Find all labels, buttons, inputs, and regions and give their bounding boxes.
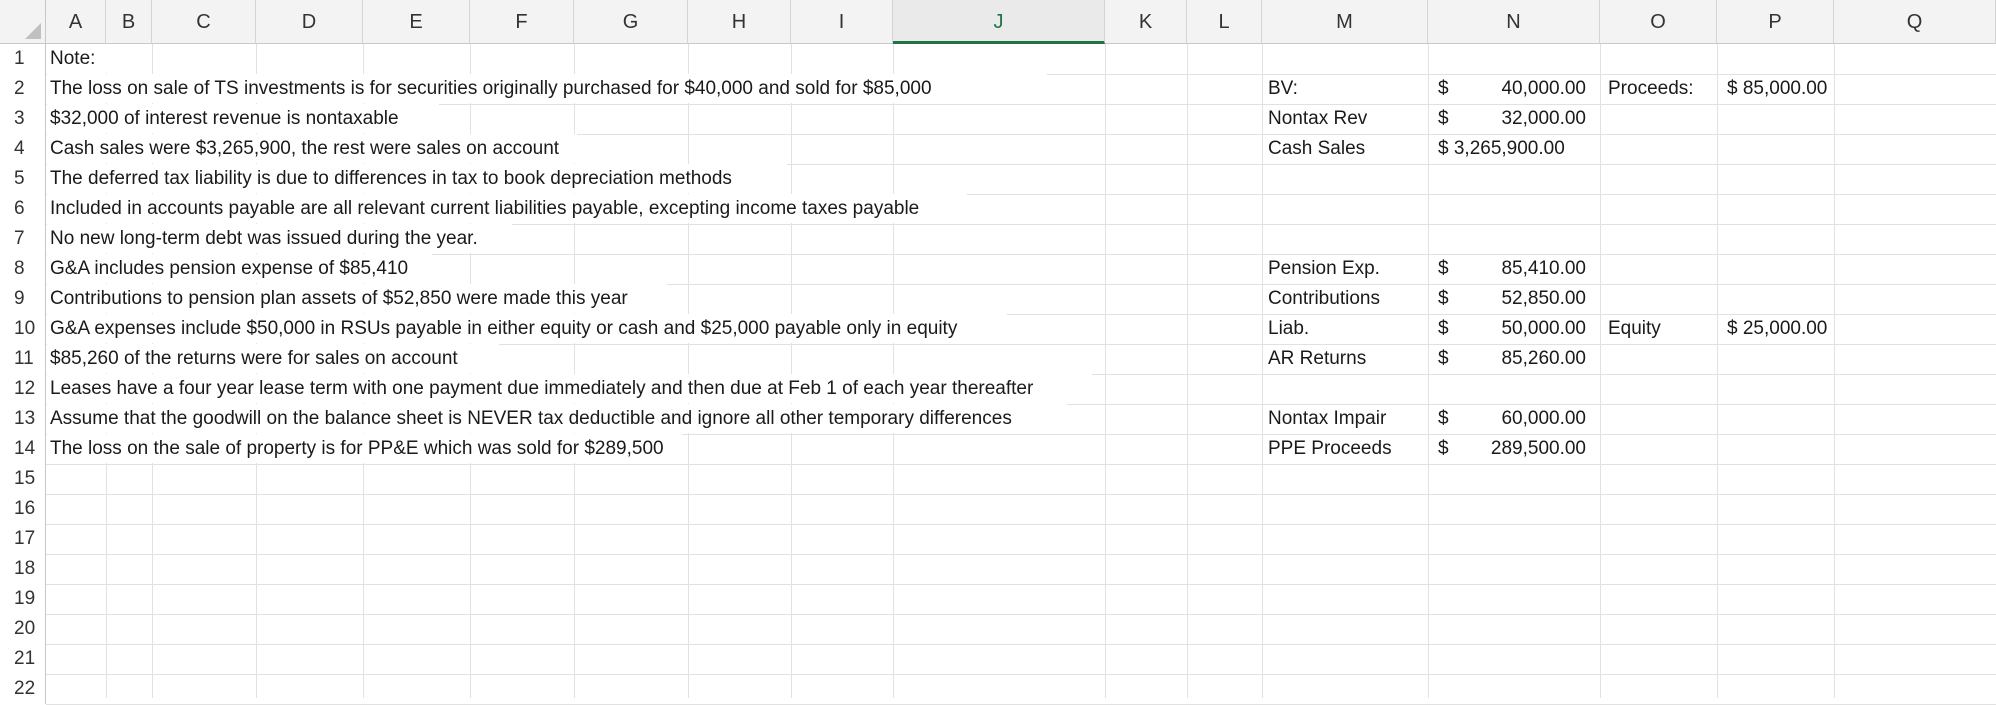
- column-gridline: [1428, 44, 1429, 698]
- column-header-a[interactable]: A: [46, 0, 106, 44]
- column-header-k[interactable]: K: [1105, 0, 1187, 44]
- cell-m4[interactable]: Cash Sales: [1268, 134, 1365, 164]
- cell-o2[interactable]: Proceeds:: [1608, 74, 1694, 104]
- row-header-16[interactable]: 16: [0, 494, 46, 524]
- row-header-9[interactable]: 9: [0, 284, 46, 314]
- cell-n11[interactable]: 85,260.00: [1440, 344, 1586, 374]
- cell-a12[interactable]: Leases have a four year lease term with …: [50, 374, 1033, 404]
- cell-m8[interactable]: Pension Exp.: [1268, 254, 1380, 284]
- cell-m9[interactable]: Contributions: [1268, 284, 1380, 314]
- spreadsheet-grid[interactable]: Note: The loss on sale of TS investments…: [0, 0, 1996, 705]
- select-all-triangle-icon: [25, 23, 41, 39]
- row-gridline: [46, 524, 1996, 525]
- cell-a8[interactable]: G&A includes pension expense of $85,410: [50, 254, 408, 284]
- row-header-2[interactable]: 2: [0, 74, 46, 104]
- column-gridline: [1834, 44, 1835, 698]
- cell-p2[interactable]: $ 85,000.00: [1727, 74, 1827, 104]
- cell-m14[interactable]: PPE Proceeds: [1268, 434, 1392, 464]
- row-header-19[interactable]: 19: [0, 584, 46, 614]
- column-header-c[interactable]: C: [152, 0, 256, 44]
- column-gridline: [1105, 44, 1106, 698]
- row-header-18[interactable]: 18: [0, 554, 46, 584]
- column-header-m[interactable]: M: [1262, 0, 1428, 44]
- cell-a7[interactable]: No new long-term debt was issued during …: [50, 224, 478, 254]
- cell-m13[interactable]: Nontax Impair: [1268, 404, 1386, 434]
- cell-n13[interactable]: 60,000.00: [1440, 404, 1586, 434]
- row-header-1[interactable]: 1: [0, 44, 46, 74]
- cell-a2[interactable]: The loss on sale of TS investments is fo…: [50, 74, 932, 104]
- column-header-i[interactable]: I: [791, 0, 893, 44]
- row-gridline: [46, 644, 1996, 645]
- column-header-p[interactable]: P: [1717, 0, 1834, 44]
- cell-n2[interactable]: 40,000.00: [1440, 74, 1586, 104]
- row-header-10[interactable]: 10: [0, 314, 46, 344]
- cell-a11[interactable]: $85,260 of the returns were for sales on…: [50, 344, 458, 374]
- cell-n4[interactable]: $ 3,265,900.00: [1438, 134, 1565, 164]
- column-header-d[interactable]: D: [256, 0, 363, 44]
- row-gridline: [46, 674, 1996, 675]
- column-gridline: [893, 44, 894, 698]
- cell-n14[interactable]: 289,500.00: [1440, 434, 1586, 464]
- row-header-4[interactable]: 4: [0, 134, 46, 164]
- row-gridline: [46, 554, 1996, 555]
- row-header-13[interactable]: 13: [0, 404, 46, 434]
- cell-a14[interactable]: The loss on the sale of property is for …: [50, 434, 664, 464]
- column-header-e[interactable]: E: [363, 0, 470, 44]
- column-gridline: [688, 44, 689, 698]
- cell-n9[interactable]: 52,850.00: [1440, 284, 1586, 314]
- row-header-7[interactable]: 7: [0, 224, 46, 254]
- column-header-f[interactable]: F: [470, 0, 574, 44]
- row-header-6[interactable]: 6: [0, 194, 46, 224]
- column-header-q[interactable]: Q: [1834, 0, 1996, 44]
- row-header-22[interactable]: 22: [0, 674, 46, 704]
- row-gridline: [46, 614, 1996, 615]
- cell-a6[interactable]: Included in accounts payable are all rel…: [50, 194, 919, 224]
- column-header-n[interactable]: N: [1428, 0, 1600, 44]
- column-gridline: [1187, 44, 1188, 698]
- row-header-3[interactable]: 3: [0, 104, 46, 134]
- cell-m2[interactable]: BV:: [1268, 74, 1298, 104]
- cell-m3[interactable]: Nontax Rev: [1268, 104, 1367, 134]
- cell-a10[interactable]: G&A expenses include $50,000 in RSUs pay…: [50, 314, 957, 344]
- column-gridline: [791, 44, 792, 698]
- column-header-g[interactable]: G: [574, 0, 688, 44]
- row-header-20[interactable]: 20: [0, 614, 46, 644]
- cell-n8[interactable]: 85,410.00: [1440, 254, 1586, 284]
- column-header-l[interactable]: L: [1187, 0, 1262, 44]
- cell-a3[interactable]: $32,000 of interest revenue is nontaxabl…: [50, 104, 399, 134]
- cell-m11[interactable]: AR Returns: [1268, 344, 1366, 374]
- row-header-5[interactable]: 5: [0, 164, 46, 194]
- cell-a5[interactable]: The deferred tax liability is due to dif…: [50, 164, 732, 194]
- column-gridline: [1717, 44, 1718, 698]
- cell-a9[interactable]: Contributions to pension plan assets of …: [50, 284, 628, 314]
- row-header-14[interactable]: 14: [0, 434, 46, 464]
- row-gridline: [46, 494, 1996, 495]
- row-header-17[interactable]: 17: [0, 524, 46, 554]
- column-header-j[interactable]: J: [893, 0, 1105, 44]
- cell-p10[interactable]: $ 25,000.00: [1727, 314, 1827, 344]
- cell-a4[interactable]: Cash sales were $3,265,900, the rest wer…: [50, 134, 559, 164]
- cell-n3[interactable]: 32,000.00: [1440, 104, 1586, 134]
- row-gridline: [46, 584, 1996, 585]
- column-header-b[interactable]: B: [106, 0, 152, 44]
- cell-m10[interactable]: Liab.: [1268, 314, 1309, 344]
- row-gridline: [46, 464, 1996, 465]
- column-header-o[interactable]: O: [1600, 0, 1717, 44]
- row-header-11[interactable]: 11: [0, 344, 46, 374]
- column-gridline: [1600, 44, 1601, 698]
- select-all-corner[interactable]: [0, 0, 46, 44]
- row-header-21[interactable]: 21: [0, 644, 46, 674]
- row-header-8[interactable]: 8: [0, 254, 46, 284]
- column-gridline: [1262, 44, 1263, 698]
- column-header-h[interactable]: H: [688, 0, 791, 44]
- cell-a13[interactable]: Assume that the goodwill on the balance …: [50, 404, 1012, 434]
- cell-n10[interactable]: 50,000.00: [1440, 314, 1586, 344]
- row-header-12[interactable]: 12: [0, 374, 46, 404]
- row-header-15[interactable]: 15: [0, 464, 46, 494]
- cell-a1[interactable]: Note:: [50, 44, 95, 74]
- cell-o10[interactable]: Equity: [1608, 314, 1661, 344]
